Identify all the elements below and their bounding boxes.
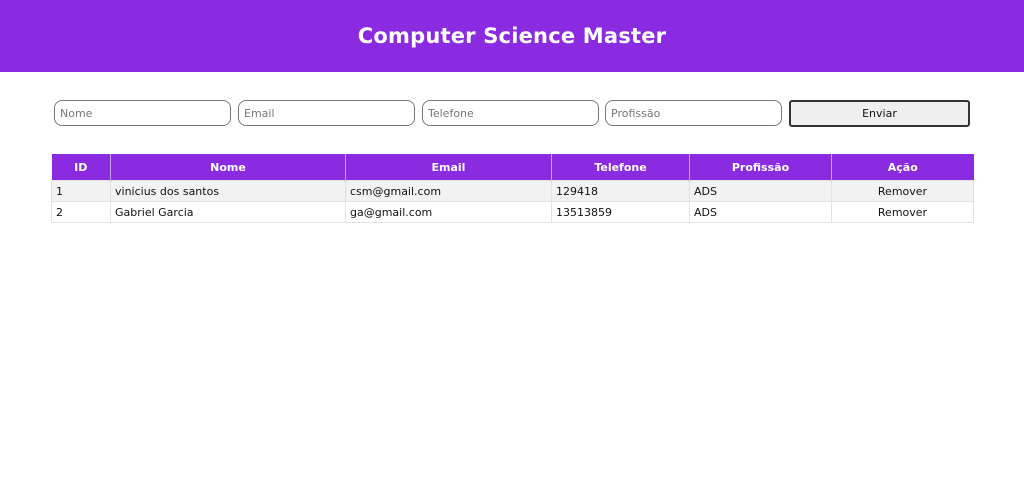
profissao-input[interactable] xyxy=(605,100,782,126)
column-header-telefone: Telefone xyxy=(551,154,690,181)
users-table: ID Nome Email Telefone Profissão Ação 1 … xyxy=(51,154,974,223)
column-header-acao: Ação xyxy=(831,154,974,181)
page-header: Computer Science Master xyxy=(0,0,1024,72)
column-header-profissao: Profissão xyxy=(689,154,832,181)
telefone-input[interactable] xyxy=(422,100,599,126)
cell-email: ga@gmail.com xyxy=(345,201,552,223)
column-header-id: ID xyxy=(51,154,111,181)
page-title: Computer Science Master xyxy=(357,24,667,48)
enviar-button[interactable]: Enviar xyxy=(789,100,970,127)
table-row: 2 Gabriel Garcia ga@gmail.com 13513859 A… xyxy=(51,201,974,223)
cell-profissao: ADS xyxy=(689,201,832,223)
cell-email: csm@gmail.com xyxy=(345,180,552,202)
cell-nome: vinicius dos santos xyxy=(110,180,346,202)
email-input[interactable] xyxy=(238,100,415,126)
nome-input[interactable] xyxy=(54,100,231,126)
remove-button[interactable]: Remover xyxy=(831,201,974,223)
cell-id: 1 xyxy=(51,180,111,202)
registration-form: Enviar xyxy=(54,100,970,127)
column-header-email: Email xyxy=(345,154,552,181)
table-header-row: ID Nome Email Telefone Profissão Ação xyxy=(51,154,974,181)
table-row: 1 vinicius dos santos csm@gmail.com 1294… xyxy=(51,180,974,202)
cell-profissao: ADS xyxy=(689,180,832,202)
cell-telefone: 129418 xyxy=(551,180,690,202)
remove-button[interactable]: Remover xyxy=(831,180,974,202)
cell-id: 2 xyxy=(51,201,111,223)
column-header-nome: Nome xyxy=(110,154,346,181)
cell-nome: Gabriel Garcia xyxy=(110,201,346,223)
cell-telefone: 13513859 xyxy=(551,201,690,223)
